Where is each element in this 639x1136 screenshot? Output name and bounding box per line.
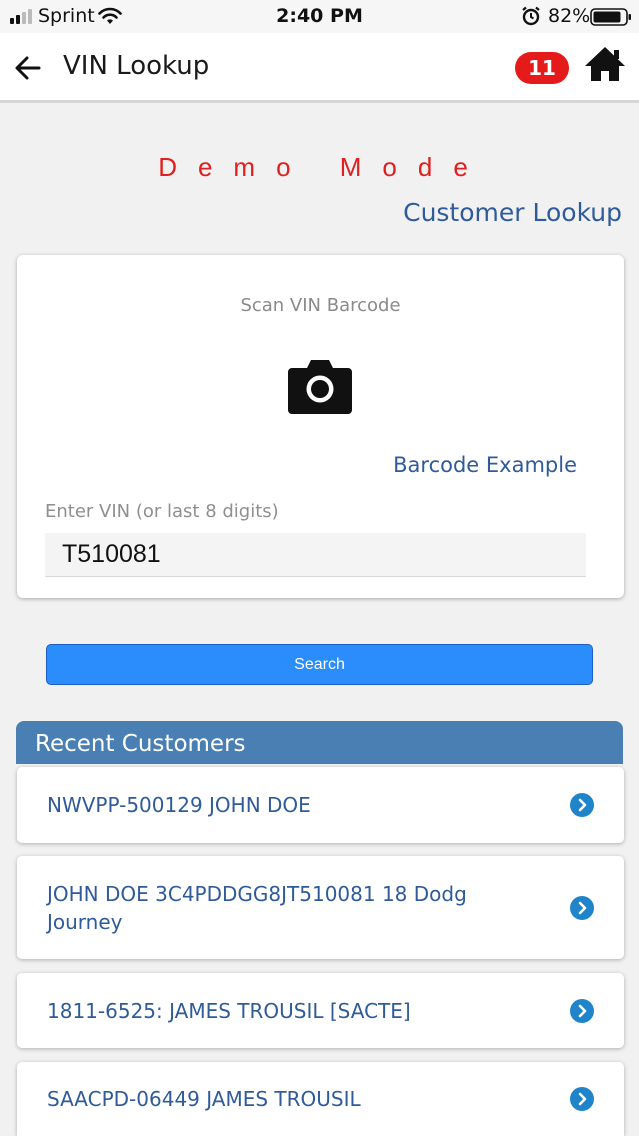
customer-lookup-link[interactable]: Customer Lookup (403, 198, 622, 227)
scan-card: Scan VIN Barcode Barcode Example Enter V… (17, 255, 624, 598)
back-arrow-icon[interactable] (14, 55, 42, 81)
battery-percent: 82% (548, 5, 591, 27)
recent-customers-header: Recent Customers (16, 721, 623, 764)
recent-customer-item[interactable]: SAACPD-06449 JAMES TROUSIL (17, 1062, 624, 1136)
list-item-label: SAACPD-06449 JAMES TROUSIL (47, 1087, 361, 1111)
clock-time: 2:40 PM (276, 5, 363, 27)
demo-mode-label: Demo Mode (158, 152, 489, 182)
search-button[interactable]: Search (46, 644, 593, 685)
page-title: VIN Lookup (63, 51, 210, 81)
camera-icon[interactable] (288, 356, 352, 414)
chevron-right-icon (570, 895, 594, 920)
alarm-icon (522, 6, 540, 26)
list-item-label: JOHN DOE 3C4PDDGG8JT510081 18 Dodg Journ… (47, 881, 467, 934)
battery-icon (590, 8, 631, 26)
recent-customer-item[interactable]: 1811-6525: JAMES TROUSIL [SACTE] (17, 973, 624, 1048)
vin-input[interactable] (45, 533, 586, 577)
recent-customer-item[interactable]: NWVPP-500129 JOHN DOE (17, 767, 624, 843)
chevron-right-icon (570, 793, 594, 817)
vin-field-label: Enter VIN (or last 8 digits) (45, 501, 279, 522)
recent-customer-item[interactable]: JOHN DOE 3C4PDDGG8JT510081 18 Dodg Journ… (17, 856, 624, 959)
notification-badge[interactable]: 11 (515, 52, 569, 84)
list-item-label: 1811-6525: JAMES TROUSIL [SACTE] (47, 998, 411, 1023)
scan-vin-label: Scan VIN Barcode (240, 295, 401, 316)
chevron-right-icon (570, 1087, 594, 1111)
home-icon[interactable] (583, 45, 627, 83)
nav-bar: VIN Lookup 11 (0, 33, 639, 103)
chevron-right-icon (570, 998, 594, 1023)
status-bar: Sprint 2:40 PM 82% (0, 0, 639, 33)
list-item-label: NWVPP-500129 JOHN DOE (47, 793, 311, 817)
barcode-example-link[interactable]: Barcode Example (393, 453, 577, 477)
